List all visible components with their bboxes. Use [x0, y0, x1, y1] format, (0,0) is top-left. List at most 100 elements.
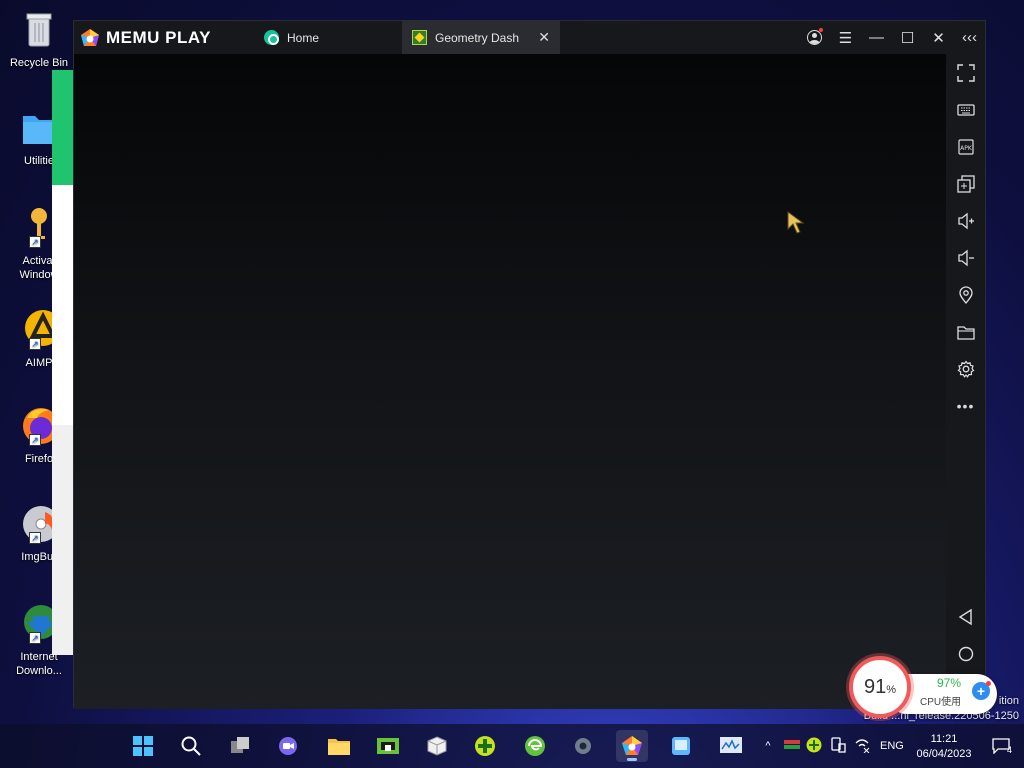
volume-down-button[interactable]	[946, 239, 985, 276]
file-explorer-button[interactable]	[323, 730, 355, 762]
tab-geometry-dash[interactable]: Geometry Dash ✕	[402, 21, 560, 54]
tablet-app-button[interactable]	[665, 730, 697, 762]
recycle-bin-icon	[19, 8, 59, 52]
apk-icon: APK	[957, 138, 974, 155]
tab-geometry-dash-label: Geometry Dash	[435, 30, 520, 45]
usage-unit: %	[886, 684, 897, 696]
collapse-sidebar-button[interactable]: ‹‹‹	[954, 21, 985, 54]
shared-folder-button[interactable]	[946, 313, 985, 350]
shortcut-arrow-icon: ↗	[29, 632, 41, 644]
box-app-button[interactable]	[421, 730, 453, 762]
memu-icon	[622, 736, 642, 755]
start-button[interactable]	[127, 730, 159, 762]
multi-instance-icon	[956, 174, 975, 193]
notification-dot	[819, 28, 823, 32]
search-button[interactable]	[175, 730, 207, 762]
tray-overflow-chevron[interactable]: ^	[760, 740, 776, 752]
memu-logo-text: MEMU PLAY	[106, 27, 211, 47]
tray-app-icon-3[interactable]	[830, 736, 846, 756]
fullscreen-button[interactable]	[946, 54, 985, 91]
box-icon	[427, 736, 447, 756]
chat-icon	[279, 737, 297, 755]
volume-up-button[interactable]	[946, 202, 985, 239]
memu-window: MEMU PLAY Home Geometry Dash ✕ ☰ — ☐ ✕ ‹…	[73, 20, 986, 709]
account-button[interactable]	[799, 21, 830, 54]
notification-center[interactable]: 4	[992, 724, 1012, 768]
cpu-percent: 97%	[937, 676, 962, 690]
monitor-icon	[720, 737, 742, 753]
minimize-button[interactable]: —	[861, 21, 892, 54]
tab-close-icon[interactable]: ✕	[538, 29, 550, 46]
keyboard-icon	[956, 103, 975, 116]
notification-count: 4	[1007, 745, 1013, 755]
windows-start-icon	[133, 736, 153, 756]
folder-icon	[956, 325, 975, 340]
language-indicator[interactable]: ENG	[880, 740, 904, 752]
tray-app-icon-2[interactable]	[806, 737, 822, 756]
clock-time: 11:21	[930, 733, 958, 745]
fullscreen-icon	[956, 63, 975, 82]
task-view-button[interactable]	[224, 730, 256, 762]
windows-watermark-line1: ition	[998, 695, 1019, 707]
volume-down-icon	[957, 249, 974, 266]
plus-app-button[interactable]	[469, 730, 501, 762]
search-icon	[181, 736, 201, 756]
more-button[interactable]: •••	[946, 387, 985, 424]
memu-logo: MEMU PLAY	[74, 28, 254, 48]
emulator-screen[interactable]	[74, 54, 947, 709]
green-app-button[interactable]	[372, 730, 404, 762]
shortcut-arrow-icon: ↗	[29, 236, 41, 248]
shortcut-arrow-icon: ↗	[29, 434, 41, 446]
settings-app-button[interactable]	[567, 730, 599, 762]
settings-button[interactable]	[946, 350, 985, 387]
clock[interactable]: 11:21 06/04/2023	[912, 732, 976, 762]
window-controls: ☰ — ☐ ✕ ‹‹‹	[799, 21, 985, 54]
keyboard-button[interactable]	[946, 91, 985, 128]
memu-logo-icon	[80, 28, 100, 48]
edge-button[interactable]	[519, 730, 551, 762]
apk-button[interactable]: APK	[946, 128, 985, 165]
geometry-dash-icon	[412, 30, 427, 45]
tab-home[interactable]: Home	[254, 21, 402, 54]
monitor-app-button[interactable]	[715, 730, 747, 762]
shortcut-arrow-icon: ↗	[29, 338, 41, 350]
usage-value: 91	[863, 675, 887, 698]
svg-text:APK: APK	[960, 145, 973, 152]
memu-sidebar: APK •••	[946, 54, 985, 709]
usage-ring: 91 %	[849, 656, 911, 718]
tab-home-label: Home	[287, 30, 320, 45]
desktop-icon-recycle-bin[interactable]: Recycle Bin	[4, 8, 74, 70]
cpu-label: CPU使用	[920, 697, 962, 708]
system-tray: ^ ENG	[760, 724, 904, 768]
task-view-icon	[231, 737, 249, 753]
boost-plus-icon[interactable]: +	[972, 681, 991, 700]
back-icon	[958, 608, 972, 625]
android-back-button[interactable]	[946, 598, 985, 635]
settings-icon	[957, 360, 974, 378]
chat-button[interactable]	[272, 730, 304, 762]
memu-titlebar: MEMU PLAY Home Geometry Dash ✕ ☰ — ☐ ✕ ‹…	[74, 21, 985, 54]
file-explorer-icon	[328, 739, 350, 755]
desktop-icon-label: Recycle Bin	[9, 57, 69, 69]
clock-date: 06/04/2023	[916, 748, 972, 760]
settings-icon	[575, 738, 591, 754]
taskbar: ^ ENG 11:21 06/04/2023 4	[0, 724, 1024, 768]
maximize-button[interactable]: ☐	[892, 21, 923, 54]
volume-up-icon	[957, 212, 974, 229]
edge-icon	[525, 736, 545, 756]
account-icon	[807, 30, 822, 45]
green-app-icon	[377, 738, 399, 754]
multi-instance-button[interactable]	[946, 165, 985, 202]
menu-button[interactable]: ☰	[830, 21, 861, 54]
tray-app-icon-1[interactable]	[784, 738, 800, 755]
close-button[interactable]: ✕	[923, 21, 954, 54]
location-button[interactable]	[946, 276, 985, 313]
plus-app-icon	[475, 736, 495, 756]
shortcut-arrow-icon: ↗	[29, 532, 41, 544]
cpu-usage-widget[interactable]: 91 % 97% CPU使用 +	[849, 656, 999, 726]
network-icon[interactable]	[854, 737, 870, 756]
tablet-icon	[672, 737, 690, 755]
home-tab-icon	[264, 30, 279, 45]
memu-taskbar-button[interactable]	[616, 730, 648, 762]
location-icon	[958, 285, 973, 304]
